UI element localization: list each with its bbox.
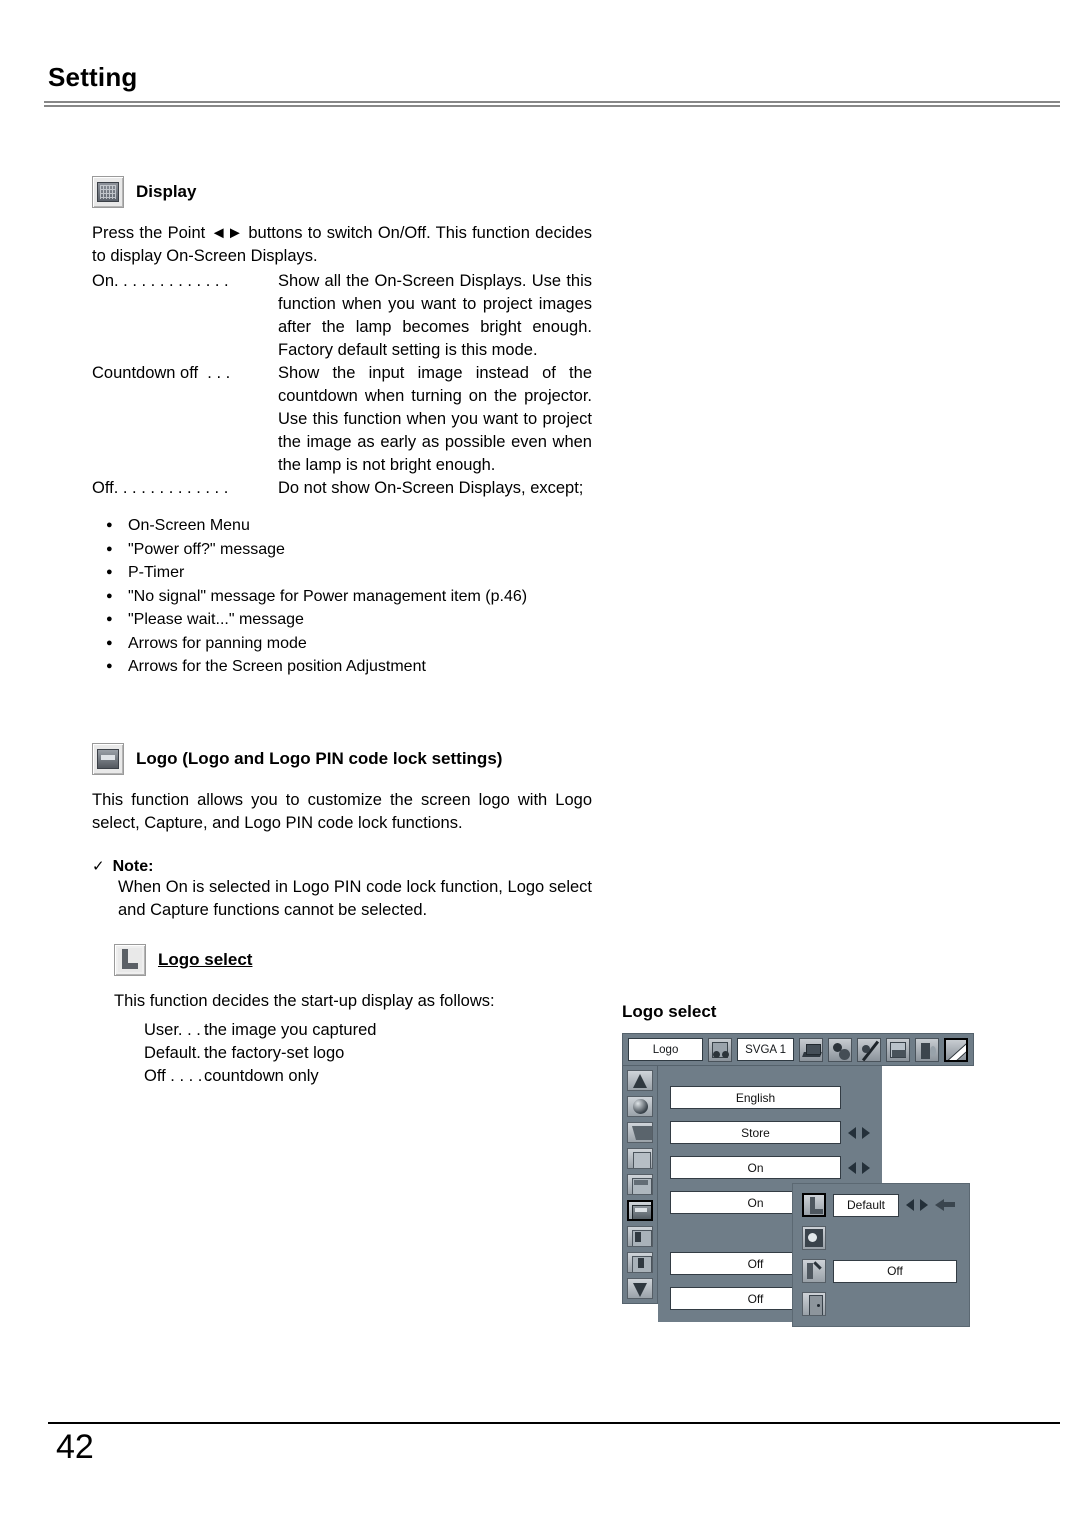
note-body: When On is selected in Logo PIN code loc… [118,877,592,919]
logo-select-icon [114,943,146,976]
submenu-row-logo-select[interactable]: Default [802,1193,957,1217]
osd-source-label: SVGA 1 [737,1038,794,1061]
arrow-pair[interactable] [848,1161,870,1174]
display-section-heading: Display [92,176,592,208]
logo-select-section-heading: Logo select [114,943,592,976]
definition-desc: Show the input image instead of the coun… [278,364,592,474]
sidebar-item-scroll-down[interactable] [627,1278,653,1299]
image-adjust-icon[interactable] [857,1037,881,1062]
option-term: User. . . . [144,1020,211,1039]
osd-value: English [670,1086,841,1109]
definition-row: On. . . . . . . . . . . . . Show all the… [92,270,592,362]
osd-row-language[interactable]: English [670,1086,870,1109]
option-row: Default. . the factory-set logo [92,1042,592,1065]
osd-menu-label: Logo [628,1038,704,1061]
sound-icon[interactable] [915,1037,939,1062]
definition-row: Countdown off . . . Show the input image… [92,362,592,477]
tuner-icon[interactable] [708,1037,733,1062]
display-exception-list: On-Screen Menu "Power off?" message P-Ti… [92,513,592,678]
logo-select-options: User. . . . the image you captured Defau… [92,1019,592,1088]
note-label: Note: [112,857,154,875]
definition-term: Off. . . . . . . . . . . . . [92,479,229,497]
definition-term: Countdown off . . . [92,364,231,382]
sidebar-item-ceiling[interactable] [627,1226,653,1247]
capture-icon[interactable] [802,1226,826,1250]
content-column: Display Press the Point ◄► buttons to sw… [92,176,592,1088]
logo-section-heading: Logo (Logo and Logo PIN code lock settin… [92,742,592,775]
option-row: Off . . . . . countdown only [92,1065,592,1088]
sidebar-item-display[interactable] [627,1174,653,1195]
sidebar-item-language[interactable] [627,1096,653,1117]
osd-sidebar [622,1066,658,1304]
setting-pencil-icon[interactable] [944,1037,968,1062]
display-intro: Press the Point ◄► buttons to switch On/… [92,224,592,265]
logo-icon [92,742,124,775]
definition-term: On. . . . . . . . . . . . . [92,272,229,290]
osd-body: English Store On On Off Off Default Off [622,1066,974,1327]
footer-divider [48,1422,1060,1424]
logo-select-heading-label: Logo select [158,949,253,969]
list-item: "Power off?" message [106,537,592,561]
check-icon: ✓ [92,857,105,875]
pointer-arrow-icon [935,1198,957,1212]
osd-value: Store [670,1121,841,1144]
computer-input-icon[interactable] [799,1037,823,1062]
screen-size-icon[interactable] [886,1037,910,1062]
osd-figure: Logo select Logo SVGA 1 English Store On… [622,1002,1002,1327]
display-heading-label: Display [136,182,197,201]
list-item: Arrows for the Screen position Adjustmen… [106,654,592,678]
definition-desc: Show all the On-Screen Displays. Use thi… [278,272,592,359]
page-title: Setting [48,62,138,92]
option-desc: the image you captured [204,1020,377,1039]
note-heading: ✓ Note: [92,857,592,876]
list-item: On-Screen Menu [106,513,592,537]
logo-select-icon[interactable] [802,1193,826,1217]
logo-heading-label: Logo (Logo and Logo PIN code lock settin… [136,748,503,768]
submenu-value: Default [833,1193,899,1217]
osd-row-store[interactable]: Store [670,1121,870,1144]
osd-row-keystone[interactable]: On [670,1156,870,1179]
sidebar-item-scroll-up[interactable] [627,1070,653,1091]
header-divider [44,101,1060,108]
logo-body-text: This function allows you to customize th… [92,790,592,832]
submenu-row-quit[interactable] [802,1292,957,1316]
submenu-row-pin-lock[interactable]: Off [802,1259,957,1283]
display-definition-list: On. . . . . . . . . . . . . Show all the… [92,270,592,500]
pin-code-lock-icon[interactable] [802,1259,826,1283]
definition-desc: Do not show On-Screen Displays, except; [278,479,584,497]
option-desc: countdown only [204,1066,319,1085]
list-item: "No signal" message for Power management… [106,584,592,608]
logo-select-intro: This function decides the start-up displ… [114,991,495,1010]
list-item: Arrows for panning mode [106,631,592,655]
sidebar-item-blue-back[interactable] [627,1148,653,1169]
osd-menu: Logo SVGA 1 English Store On On Off Off … [622,1033,974,1327]
osd-topbar: Logo SVGA 1 [622,1033,974,1066]
color-adjust-icon[interactable] [828,1037,852,1062]
option-term: Off . . . . . [144,1066,212,1085]
option-desc: the factory-set logo [204,1043,345,1062]
arrow-pair[interactable] [848,1126,870,1139]
quit-icon[interactable] [802,1292,826,1316]
option-row: User. . . . the image you captured [92,1019,592,1042]
submenu-value: Off [833,1259,957,1283]
definition-row: Off. . . . . . . . . . . . . Do not show… [92,477,592,500]
sidebar-item-logo[interactable] [627,1200,653,1221]
option-term: Default. . [144,1043,211,1062]
list-item: P-Timer [106,560,592,584]
page-header: Setting [48,62,1060,93]
osd-caption: Logo select [622,1002,717,1021]
osd-value: On [670,1156,841,1179]
submenu-row-capture[interactable] [802,1226,957,1250]
osd-submenu: Default Off [792,1183,970,1327]
sidebar-item-rear[interactable] [627,1252,653,1273]
page-number: 42 [56,1428,94,1466]
note-block: ✓ Note: When On is selected in Logo PIN … [92,857,592,922]
sidebar-item-keystone[interactable] [627,1122,653,1143]
list-item: "Please wait..." message [106,607,592,631]
display-icon [92,176,124,208]
arrow-pair[interactable] [906,1199,928,1211]
